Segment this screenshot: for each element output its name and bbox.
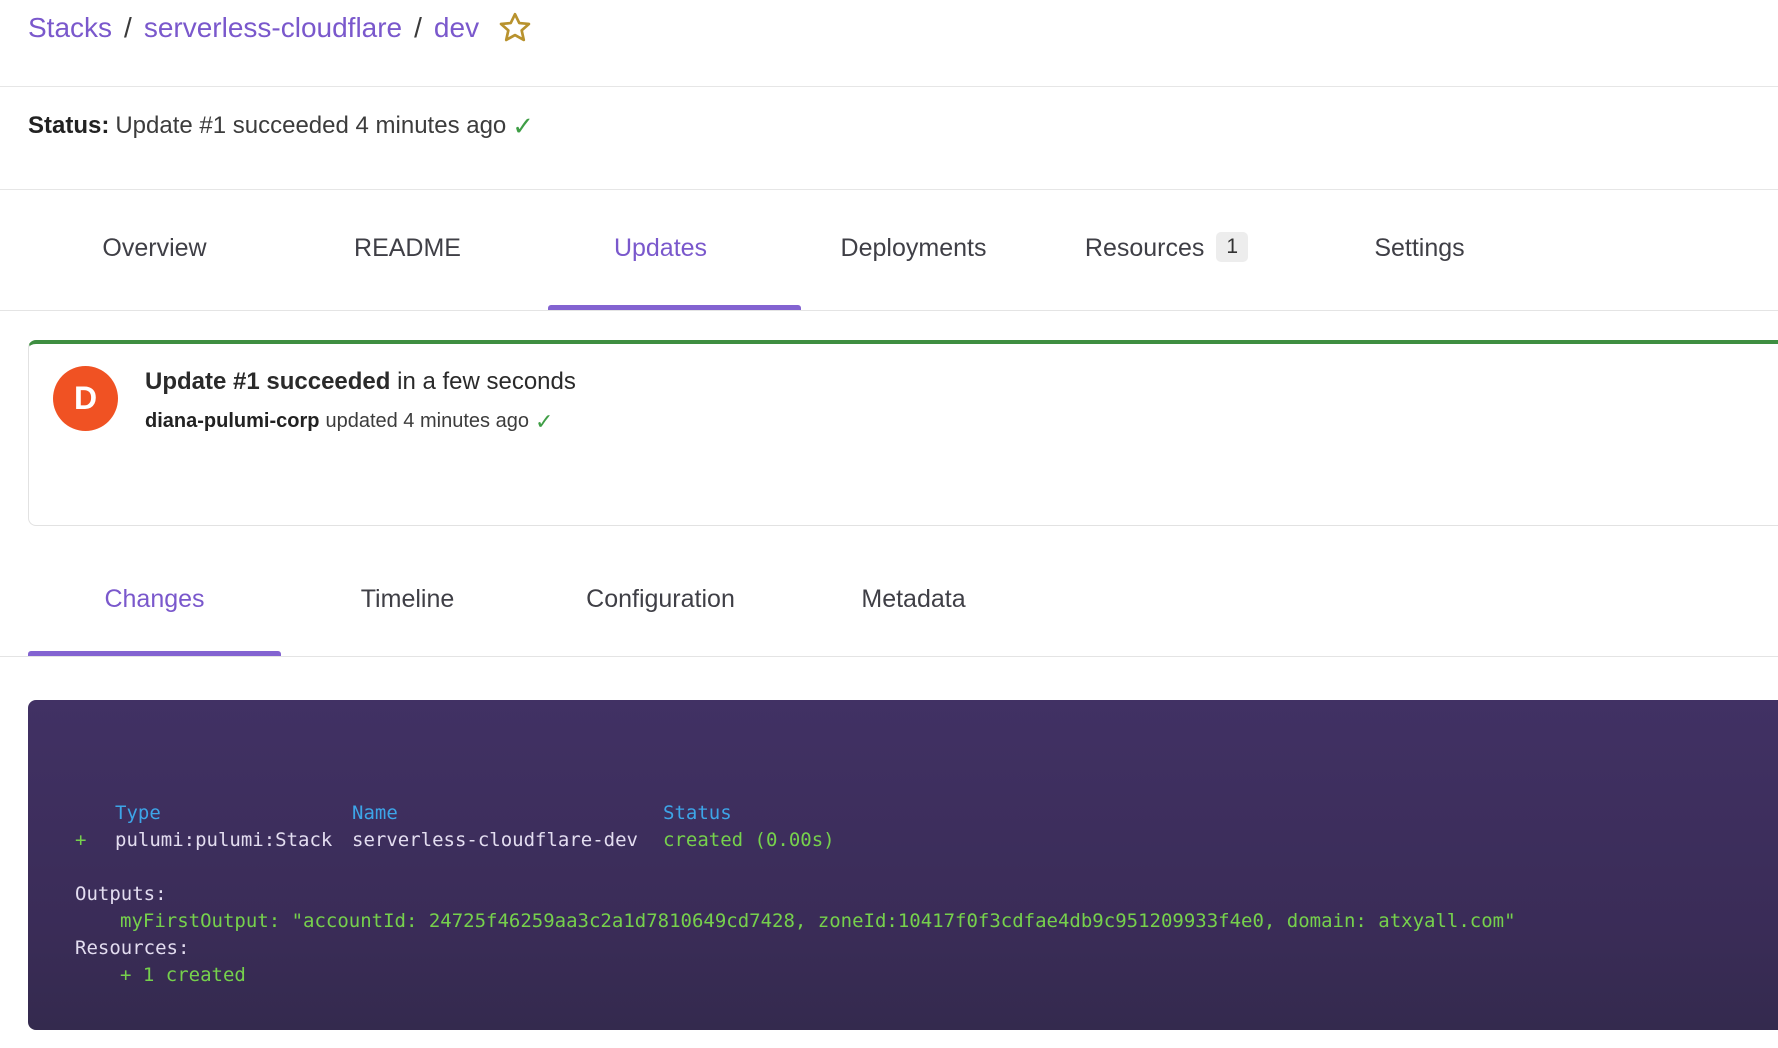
update-title-bold: Update #1 succeeded [145, 368, 390, 395]
update-changes-terminal: Type Name Status + pulumi:pulumi:Stack s… [28, 700, 1778, 1030]
favorite-star-button[interactable] [497, 10, 533, 46]
tab-updates[interactable]: Updates [534, 189, 787, 310]
update-card-subtitle: diana-pulumi-corp updated 4 minutes ago … [145, 410, 576, 433]
tab-resources[interactable]: Resources 1 [1040, 189, 1293, 310]
terminal-column-name: Name [352, 800, 663, 827]
status-text: Update #1 succeeded 4 minutes ago [115, 112, 506, 140]
divider [0, 86, 1778, 87]
terminal-cell [75, 800, 115, 827]
success-check-icon: ✓ [535, 411, 553, 433]
terminal-resources-label: Resources: [75, 935, 1748, 962]
breadcrumb-stack-link[interactable]: dev [434, 12, 479, 44]
stack-tabbar: Overview README Updates Deployments Reso… [0, 189, 1778, 311]
terminal-op-plus: + [75, 827, 115, 854]
breadcrumb: Stacks / serverless-cloudflare / dev [28, 10, 533, 46]
tab-settings[interactable]: Settings [1293, 189, 1546, 310]
resources-count-badge: 1 [1216, 232, 1248, 262]
tab-readme[interactable]: README [281, 189, 534, 310]
update-subtabbar-inner: Changes Timeline Configuration Metadata [28, 555, 1040, 656]
subtab-timeline[interactable]: Timeline [281, 555, 534, 656]
update-card-text: Update #1 succeeded in a few seconds dia… [145, 368, 576, 433]
breadcrumb-stacks-link[interactable]: Stacks [28, 12, 112, 44]
update-title-duration: in a few seconds [390, 368, 575, 395]
stack-status-line: Status: Update #1 succeeded 4 minutes ag… [28, 112, 534, 140]
update-card-title: Update #1 succeeded in a few seconds [145, 368, 576, 396]
subtab-changes[interactable]: Changes [28, 555, 281, 656]
terminal-column-type: Type [115, 800, 352, 827]
star-outline-icon [497, 10, 533, 46]
tab-overview[interactable]: Overview [28, 189, 281, 310]
update-time-ago: updated 4 minutes ago [325, 410, 529, 433]
subtab-metadata[interactable]: Metadata [787, 555, 1040, 656]
subtab-configuration[interactable]: Configuration [534, 555, 787, 656]
terminal-blank-line [75, 854, 1748, 881]
terminal-column-status: Status [663, 800, 1748, 827]
tab-deployments[interactable]: Deployments [787, 189, 1040, 310]
tab-resources-label: Resources [1085, 234, 1205, 263]
breadcrumb-separator: / [414, 12, 422, 44]
stack-tabbar-inner: Overview README Updates Deployments Reso… [28, 189, 1546, 310]
breadcrumb-project-link[interactable]: serverless-cloudflare [144, 12, 402, 44]
update-subtabbar: Changes Timeline Configuration Metadata [0, 555, 1778, 657]
user-avatar: D [53, 366, 118, 431]
terminal-resource-table: Type Name Status + pulumi:pulumi:Stack s… [75, 800, 1748, 854]
success-check-icon: ✓ [512, 113, 534, 139]
update-author: diana-pulumi-corp [145, 410, 319, 433]
terminal-outputs-label: Outputs: [75, 881, 1748, 908]
terminal-resource-name: serverless-cloudflare-dev [352, 827, 663, 854]
terminal-output-value: myFirstOutput: "accountId: 24725f46259aa… [75, 908, 1748, 935]
status-label: Status: [28, 112, 109, 140]
terminal-resource-type: pulumi:pulumi:Stack [115, 827, 352, 854]
terminal-resources-summary: + 1 created [75, 962, 1748, 989]
breadcrumb-separator: / [124, 12, 132, 44]
terminal-resource-status: created (0.00s) [663, 827, 1748, 854]
update-summary-card[interactable]: D Update #1 succeeded in a few seconds d… [28, 340, 1778, 526]
stack-update-page: Stacks / serverless-cloudflare / dev Sta… [0, 0, 1778, 1048]
